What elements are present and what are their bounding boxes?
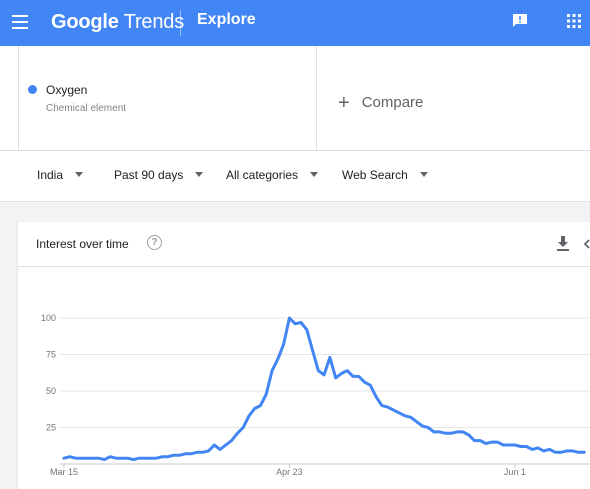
y-tick-label: 100 bbox=[41, 313, 56, 323]
series-line-oxygen[interactable] bbox=[62, 316, 586, 462]
y-tick-label: 50 bbox=[46, 386, 56, 396]
region-value: India bbox=[37, 168, 64, 182]
compare-label: Compare bbox=[361, 94, 424, 111]
page-title: Explore bbox=[197, 11, 256, 28]
interest-line-chart: 25 50 75 100 Mar 15 Apr 23 Jun 1 bbox=[41, 313, 590, 477]
y-tick-label: 75 bbox=[46, 350, 56, 360]
term-name[interactable]: Oxygen bbox=[46, 83, 87, 97]
x-tick-label: Apr 23 bbox=[276, 467, 303, 477]
search-type-dropdown[interactable]: Web Search bbox=[342, 168, 428, 182]
term-color-dot bbox=[28, 85, 37, 94]
time-range-value: Past 90 days bbox=[114, 168, 184, 182]
chevron-down-icon bbox=[195, 172, 204, 177]
region-dropdown[interactable]: India bbox=[37, 168, 84, 182]
logo-trends-text: Trends bbox=[123, 11, 185, 33]
x-tick-label: Mar 15 bbox=[50, 467, 78, 477]
header-divider bbox=[180, 10, 181, 36]
time-range-dropdown[interactable]: Past 90 days bbox=[114, 168, 204, 182]
filters-bar: India Past 90 days All categories Web Se… bbox=[0, 151, 590, 202]
chevron-down-icon bbox=[75, 172, 84, 177]
compare-button[interactable]: + Compare bbox=[338, 92, 423, 115]
feedback-icon[interactable] bbox=[512, 13, 528, 28]
top-app-bar: Google Trends Explore bbox=[0, 0, 590, 46]
y-tick-label: 25 bbox=[46, 423, 56, 433]
google-trends-logo[interactable]: Google Trends bbox=[51, 11, 184, 34]
interest-over-time-card: Interest over time ? 25 50 75 100 Mar 15 Apr … bbox=[18, 222, 590, 489]
plus-icon: + bbox=[338, 92, 350, 114]
chevron-down-icon bbox=[310, 172, 319, 177]
apps-icon[interactable] bbox=[567, 14, 581, 28]
category-dropdown[interactable]: All categories bbox=[226, 168, 319, 182]
category-value: All categories bbox=[226, 168, 299, 182]
x-tick-label: Jun 1 bbox=[504, 467, 526, 477]
search-term-card[interactable]: Oxygen Chemical element bbox=[18, 46, 317, 150]
chevron-down-icon bbox=[419, 172, 428, 177]
search-terms-panel: Oxygen Chemical element + Compare bbox=[0, 46, 590, 151]
logo-google-text: Google bbox=[51, 11, 119, 33]
search-type-value: Web Search bbox=[342, 168, 408, 182]
term-type: Chemical element bbox=[46, 103, 127, 114]
menu-icon[interactable] bbox=[12, 15, 28, 29]
